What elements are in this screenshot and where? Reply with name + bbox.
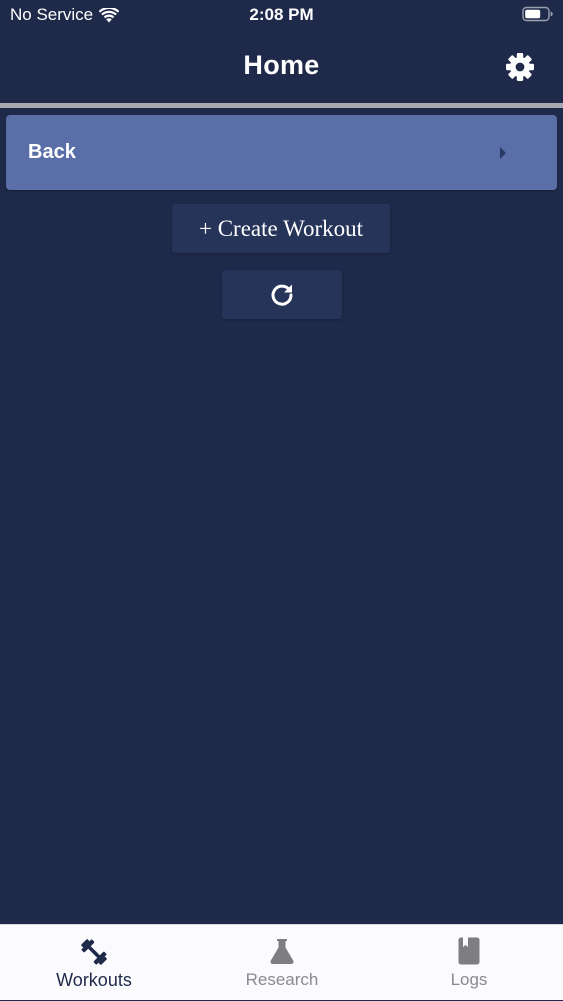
tab-workouts[interactable]: Workouts (0, 925, 188, 1001)
refresh-button[interactable] (222, 270, 342, 319)
page-title: Home (243, 50, 320, 80)
header-divider (0, 103, 563, 108)
create-workout-button[interactable]: + Create Workout (172, 204, 390, 253)
dumbbell-icon (81, 939, 107, 965)
gear-icon (506, 53, 534, 81)
create-workout-label: + Create Workout (199, 215, 363, 241)
settings-button[interactable] (505, 52, 535, 82)
tab-research[interactable]: Research (188, 925, 376, 1001)
header: Home (0, 30, 563, 103)
caret-right-icon (500, 147, 506, 159)
book-icon (458, 937, 480, 965)
battery-icon (522, 6, 554, 27)
status-bar: No Service 2:08 PM (0, 0, 563, 30)
refresh-icon (271, 284, 293, 306)
back-row[interactable]: Back (6, 115, 557, 190)
status-time: 2:08 PM (249, 5, 314, 24)
back-label: Back (28, 141, 76, 163)
flask-icon (270, 939, 294, 964)
tab-research-label: Research (245, 970, 319, 989)
tab-logs[interactable]: Logs (375, 925, 563, 1001)
tab-workouts-label: Workouts (56, 970, 132, 990)
tab-bar: Workouts Research Logs (0, 924, 563, 1000)
tab-logs-label: Logs (450, 970, 488, 989)
